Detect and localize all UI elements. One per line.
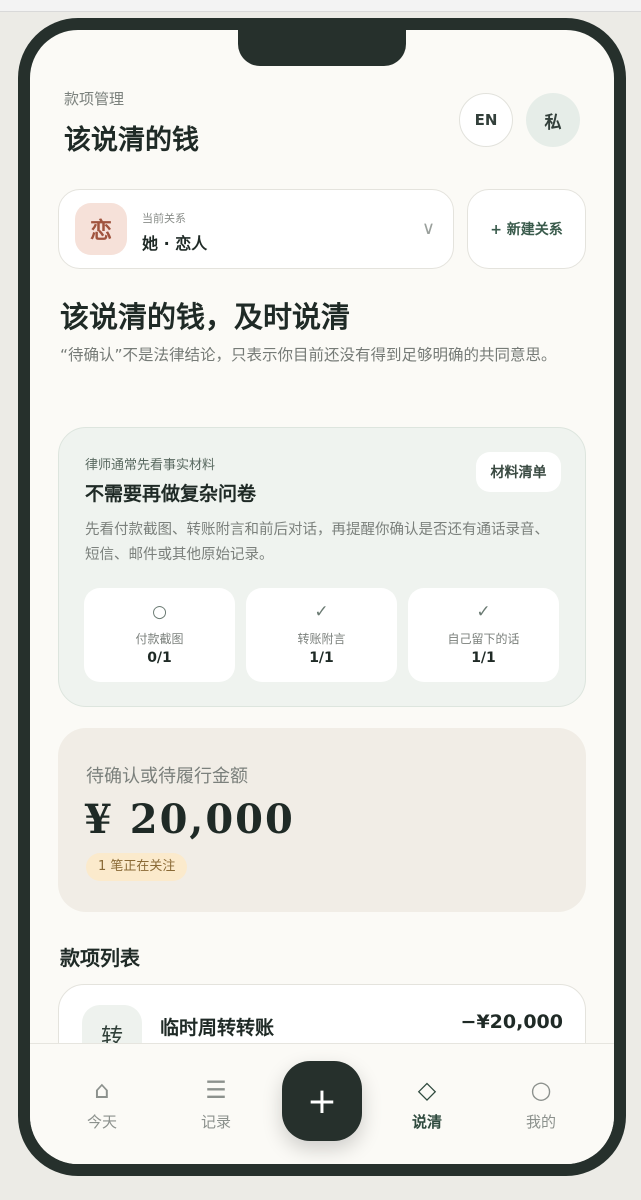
material-count: 0/1 xyxy=(147,650,172,666)
status-badge: 1 笔正在关注 xyxy=(86,853,188,881)
materials-list-button[interactable]: 材料清单 xyxy=(476,452,561,492)
lawyer-materials-card: 律师通常先看事实材料 不需要再做复杂问卷 材料清单 先看付款截图、转账附言和前后… xyxy=(58,427,586,707)
tab-label: 说清 xyxy=(411,1113,442,1131)
diamond-icon: ◇ xyxy=(417,1076,437,1104)
tab-label: 记录 xyxy=(200,1113,231,1131)
new-relation-button[interactable]: + 新建关系 xyxy=(467,189,586,269)
hero-description: “待确认”不是法律结论，只表示你目前还没有得到足够明确的共同意思。 xyxy=(60,346,557,364)
app-screen: 款项管理 该说清的钱 EN 私 恋 当前关系 她 · 恋人 ∨ + 新建关系 该… xyxy=(30,30,614,1164)
material-label: 自己留下的话 xyxy=(447,632,520,646)
list-title: 款项列表 xyxy=(60,946,140,970)
hero-headline: 该说清的钱，及时说清 xyxy=(60,300,351,334)
pending-amount-card: 待确认或待履行金额 ¥ 20,000 1 笔正在关注 xyxy=(58,728,586,912)
browser-top-strip xyxy=(0,0,641,12)
material-label: 付款截图 xyxy=(135,632,184,646)
page-supertitle: 款项管理 xyxy=(64,90,125,108)
tab-label: 今天 xyxy=(86,1113,117,1131)
relation-caption: 当前关系 xyxy=(142,212,186,225)
item-title: 临时周转转账 xyxy=(160,1017,275,1039)
tab-profile[interactable]: ○ 我的 xyxy=(491,1044,591,1144)
check-icon: ✓ xyxy=(476,602,491,622)
material-tile-transfer-note[interactable]: ✓ 转账附言 1/1 xyxy=(246,588,397,682)
tab-records[interactable]: ☰ 记录 xyxy=(166,1044,266,1144)
tab-label: 我的 xyxy=(525,1113,556,1131)
add-record-button[interactable]: + xyxy=(282,1061,362,1141)
lawyer-card-caption: 律师通常先看事实材料 xyxy=(85,458,216,473)
amount-value: ¥ 20,000 xyxy=(84,796,295,843)
page-title: 该说清的钱 xyxy=(64,125,199,156)
phone-frame: 款项管理 该说清的钱 EN 私 恋 当前关系 她 · 恋人 ∨ + 新建关系 该… xyxy=(18,18,626,1176)
phone-notch xyxy=(238,30,406,66)
private-mode-button[interactable]: 私 xyxy=(526,93,580,147)
circle-icon: ○ xyxy=(152,602,167,622)
home-icon: ⌂ xyxy=(94,1076,110,1104)
material-label: 转账附言 xyxy=(297,632,346,646)
tab-today[interactable]: ⌂ 今天 xyxy=(52,1044,152,1144)
list-icon: ☰ xyxy=(205,1076,227,1104)
relation-avatar: 恋 xyxy=(75,203,127,255)
chevron-down-icon: ∨ xyxy=(421,218,435,239)
item-amount: −¥20,000 xyxy=(460,1011,563,1033)
lawyer-card-description: 先看付款截图、转账附言和前后对话，再提醒你确认是否还有通话录音、短信、邮件或其他… xyxy=(85,522,549,563)
relation-name: 她 · 恋人 xyxy=(142,234,208,253)
check-icon: ✓ xyxy=(314,602,329,622)
tab-clarify[interactable]: ◇ 说清 xyxy=(377,1044,477,1144)
profile-circle-icon: ○ xyxy=(530,1076,552,1104)
material-tile-payment-screenshot[interactable]: ○ 付款截图 0/1 xyxy=(84,588,235,682)
bottom-tab-bar: ⌂ 今天 ☰ 记录 + ◇ 说清 ○ 我的 xyxy=(30,1043,614,1164)
material-tile-own-words[interactable]: ✓ 自己留下的话 1/1 xyxy=(408,588,559,682)
language-toggle-button[interactable]: EN xyxy=(459,93,513,147)
material-count: 1/1 xyxy=(471,650,496,666)
relation-selector[interactable]: 恋 当前关系 她 · 恋人 ∨ xyxy=(58,189,454,269)
lawyer-card-title: 不需要再做复杂问卷 xyxy=(85,483,257,505)
material-count: 1/1 xyxy=(309,650,334,666)
amount-caption: 待确认或待履行金额 xyxy=(86,766,248,787)
